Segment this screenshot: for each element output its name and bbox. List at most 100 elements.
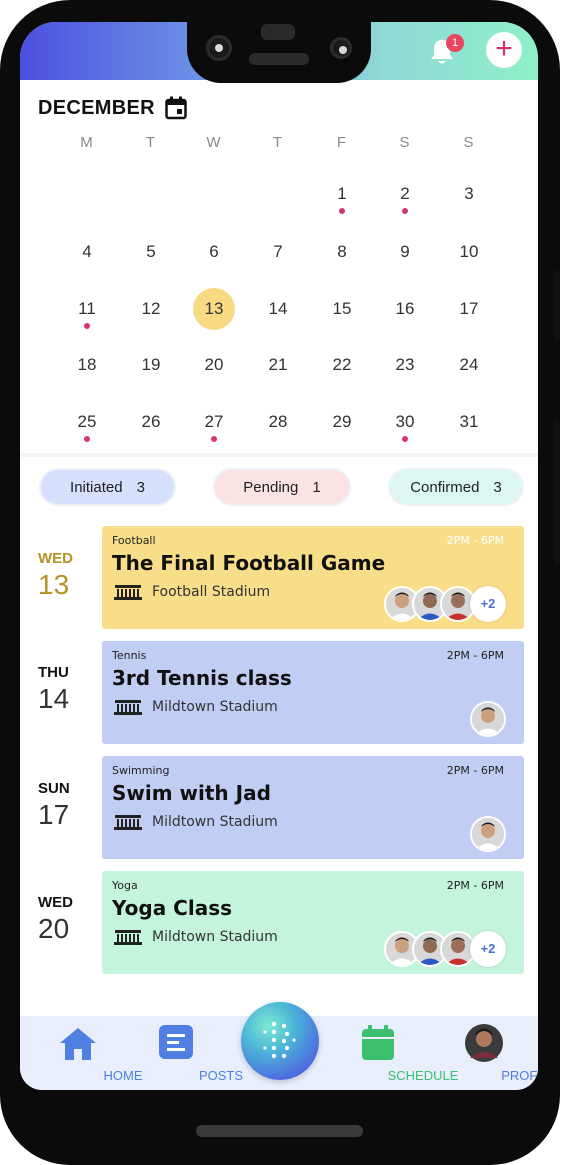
event-weekday: SUN — [38, 780, 70, 797]
calendar-day[interactable]: 6 — [193, 231, 235, 273]
event-category: Yoga — [112, 879, 138, 892]
calendar-day-today[interactable]: 13 — [193, 288, 235, 330]
home-icon — [60, 1028, 96, 1060]
event-venue: Football Stadium — [114, 584, 270, 600]
event-card[interactable]: Swimming 2PM - 6PM Swim with Jad Mildtown S… — [102, 756, 524, 859]
participant-avatar — [470, 701, 506, 737]
event-time: 2PM - 6PM — [446, 879, 504, 892]
event-date: THU 14 — [38, 664, 98, 715]
schedule-icon — [362, 1025, 394, 1060]
calendar-day[interactable]: 4 — [66, 231, 108, 273]
event-card[interactable]: Football 2PM - 6PM The Final Football Game… — [102, 526, 524, 629]
participant-avatars — [470, 815, 506, 853]
dotted-logo-icon — [263, 1021, 296, 1059]
calendar-day[interactable]: 9 — [384, 231, 426, 273]
event-time: 2PM - 6PM — [446, 534, 504, 547]
event-dot-indicator — [84, 436, 90, 442]
calendar-day[interactable]: 31 — [448, 401, 490, 443]
stadium-icon — [114, 815, 142, 830]
event-card[interactable]: Yoga 2PM - 6PM Yoga Class Mildtown Stadium +… — [102, 871, 524, 974]
event-category: Swimming — [112, 764, 170, 777]
event-dot-indicator — [84, 323, 90, 329]
event-weekday: WED — [38, 550, 73, 567]
more-participants-badge[interactable]: +2 — [470, 586, 506, 622]
calendar-day[interactable]: 14 — [257, 288, 299, 330]
event-time: 2PM - 6PM — [446, 764, 504, 777]
calendar-day[interactable]: 28 — [257, 401, 299, 443]
center-action-button[interactable] — [241, 1002, 319, 1080]
event-dot-indicator — [339, 208, 345, 214]
calendar-day[interactable]: 21 — [257, 344, 299, 386]
status-label: Pending — [243, 478, 299, 496]
calendar-day[interactable]: 19 — [130, 344, 172, 386]
event-venue: Mildtown Stadium — [114, 929, 278, 945]
event-date: WED 13 — [38, 550, 98, 601]
nav-profile-label: PROFILE — [501, 1068, 538, 1083]
event-time: 2PM - 6PM — [446, 649, 504, 662]
event-day-number: 14 — [38, 683, 70, 714]
calendar-day[interactable]: 17 — [448, 288, 490, 330]
calendar-day[interactable]: 16 — [384, 288, 426, 330]
event-title: The Final Football Game — [112, 551, 386, 575]
status-label: Initiated — [70, 478, 123, 496]
event-venue: Mildtown Stadium — [114, 814, 278, 830]
event-dot-indicator — [211, 436, 217, 442]
status-count: 3 — [136, 478, 145, 496]
event-card[interactable]: Tennis 2PM - 6PM 3rd Tennis class Mildtown … — [102, 641, 524, 744]
status-pending-chip[interactable]: Pending 1 — [213, 468, 351, 506]
calendar-day[interactable]: 12 — [130, 288, 172, 330]
event-dot-indicator — [402, 436, 408, 442]
status-initiated-chip[interactable]: Initiated 3 — [39, 468, 176, 506]
status-label: Confirmed — [410, 478, 480, 496]
calendar-day[interactable]: 23 — [384, 344, 426, 386]
stadium-icon — [114, 700, 142, 715]
profile-avatar — [465, 1024, 503, 1062]
calendar-day[interactable]: 29 — [321, 401, 363, 443]
participant-avatars: +2 — [384, 930, 506, 968]
event-venue: Mildtown Stadium — [114, 699, 278, 715]
more-participants-badge[interactable]: +2 — [470, 931, 506, 967]
calendar-day[interactable]: 7 — [257, 231, 299, 273]
stadium-icon — [114, 585, 142, 600]
power-button — [554, 420, 560, 565]
event-dot-indicator — [402, 208, 408, 214]
calendar-day[interactable]: 18 — [66, 344, 108, 386]
event-date: WED 20 — [38, 894, 98, 945]
participant-avatars — [470, 700, 506, 738]
calendar-day[interactable]: 24 — [448, 344, 490, 386]
event-title: Swim with Jad — [112, 781, 271, 805]
venue-name: Mildtown Stadium — [152, 929, 278, 945]
home-indicator — [196, 1125, 363, 1137]
venue-name: Mildtown Stadium — [152, 814, 278, 830]
status-count: 1 — [312, 478, 321, 496]
event-category: Tennis — [112, 649, 147, 662]
calendar-day[interactable]: 22 — [321, 344, 363, 386]
phone-frame: 1 + DECEMBER MTWTFSS 1 2 3 4 5 6 7 8 9 10 11 12 13 14… — [0, 0, 560, 1165]
status-count: 3 — [493, 478, 502, 496]
event-weekday: WED — [38, 894, 73, 911]
event-date: SUN 17 — [38, 780, 98, 831]
venue-name: Football Stadium — [152, 584, 271, 600]
event-day-number: 20 — [38, 913, 70, 944]
calendar-day[interactable]: 8 — [321, 231, 363, 273]
stadium-icon — [114, 930, 142, 945]
event-weekday: THU — [38, 664, 69, 681]
nav-home-label: HOME — [103, 1068, 143, 1083]
app-screen: 1 + DECEMBER MTWTFSS 1 2 3 4 5 6 7 8 9 10 11 12 13 14… — [20, 22, 538, 1090]
volume-button — [554, 270, 560, 342]
venue-name: Mildtown Stadium — [152, 699, 278, 715]
event-day-number: 13 — [38, 569, 70, 600]
calendar-day[interactable]: 26 — [130, 401, 172, 443]
status-confirmed-chip[interactable]: Confirmed 3 — [388, 468, 524, 506]
calendar-day[interactable]: 5 — [130, 231, 172, 273]
participant-avatar — [470, 816, 506, 852]
event-day-number: 17 — [38, 799, 70, 830]
calendar-day[interactable]: 15 — [321, 288, 363, 330]
calendar-day[interactable]: 20 — [193, 344, 235, 386]
calendar-grid: 1 2 3 4 5 6 7 8 9 10 11 12 13 14 15 16 17 18 19 20 21 22 23 24 2… — [20, 22, 538, 452]
calendar-day[interactable]: 3 — [448, 173, 490, 215]
event-category: Football — [112, 534, 156, 547]
calendar-day[interactable]: 10 — [448, 231, 490, 273]
event-title: Yoga Class — [112, 896, 232, 920]
section-divider — [20, 453, 538, 457]
